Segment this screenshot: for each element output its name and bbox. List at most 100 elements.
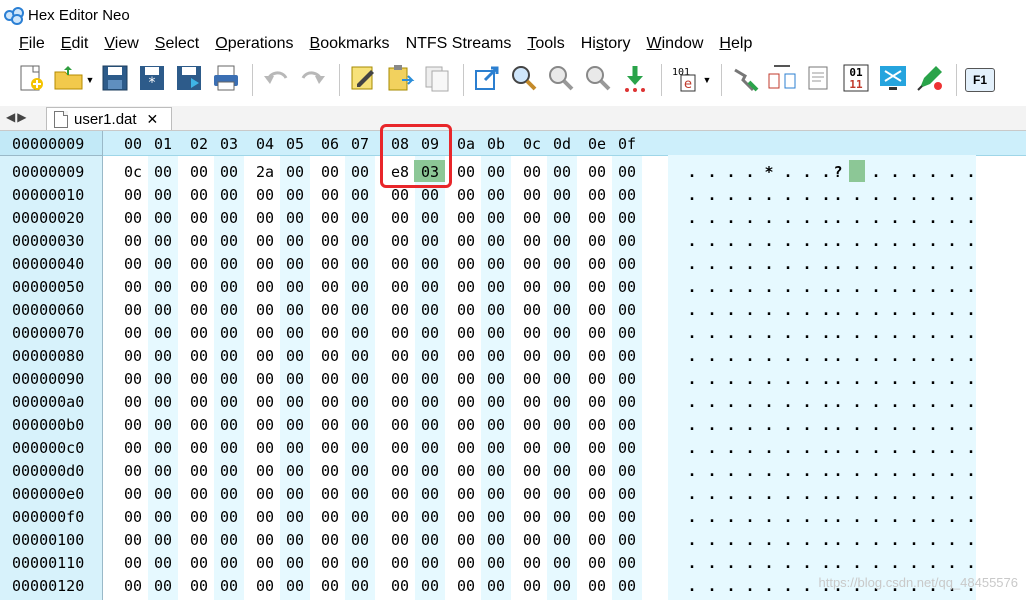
print-button[interactable]: [209, 63, 243, 97]
hex-byte[interactable]: 00: [280, 186, 310, 204]
ascii-char[interactable]: .: [798, 577, 816, 595]
ascii-char[interactable]: .: [683, 232, 701, 250]
hex-byte[interactable]: 00: [415, 347, 445, 365]
hex-byte[interactable]: 00: [118, 439, 148, 457]
column-header-0d[interactable]: 0d: [547, 135, 577, 153]
ascii-char[interactable]: .: [848, 186, 866, 204]
ascii-char[interactable]: .: [703, 577, 721, 595]
hex-byte[interactable]: 0c: [118, 163, 148, 181]
hex-byte[interactable]: 00: [547, 370, 577, 388]
ascii-char[interactable]: .: [798, 255, 816, 273]
hex-byte[interactable]: 00: [582, 439, 612, 457]
hex-byte[interactable]: 00: [184, 508, 214, 526]
hex-byte[interactable]: 00: [547, 577, 577, 595]
ascii-char[interactable]: .: [867, 301, 885, 319]
ascii-char[interactable]: .: [829, 347, 847, 365]
ascii-char[interactable]: .: [798, 416, 816, 434]
hex-byte[interactable]: 00: [250, 278, 280, 296]
menu-operations[interactable]: Operations: [207, 35, 301, 53]
hex-byte[interactable]: 00: [250, 186, 280, 204]
ascii-char[interactable]: .: [829, 255, 847, 273]
hex-byte[interactable]: 00: [345, 416, 375, 434]
hex-byte[interactable]: 00: [184, 370, 214, 388]
hex-byte[interactable]: 00: [214, 439, 244, 457]
ascii-char[interactable]: .: [943, 347, 961, 365]
ascii-char[interactable]: .: [924, 301, 942, 319]
ascii-char[interactable]: .: [683, 278, 701, 296]
hex-byte[interactable]: 00: [315, 209, 345, 227]
hex-byte[interactable]: 00: [148, 209, 178, 227]
ascii-char[interactable]: .: [722, 301, 740, 319]
ascii-char[interactable]: .: [943, 324, 961, 342]
hex-byte[interactable]: 00: [315, 301, 345, 319]
hex-byte[interactable]: 00: [118, 301, 148, 319]
hex-byte[interactable]: 00: [517, 186, 547, 204]
column-header-00[interactable]: 00: [118, 135, 148, 153]
ascii-char[interactable]: .: [867, 554, 885, 572]
ascii-char[interactable]: .: [703, 393, 721, 411]
hex-byte[interactable]: 00: [415, 508, 445, 526]
hex-byte[interactable]: 00: [214, 554, 244, 572]
hex-byte[interactable]: 00: [547, 163, 577, 181]
hex-byte[interactable]: 00: [148, 255, 178, 273]
hex-byte[interactable]: 00: [547, 531, 577, 549]
ascii-char[interactable]: .: [886, 462, 904, 480]
hex-byte[interactable]: 00: [451, 531, 481, 549]
hex-byte[interactable]: 00: [214, 416, 244, 434]
hex-byte[interactable]: 00: [481, 393, 511, 411]
hex-byte[interactable]: 00: [385, 416, 415, 434]
hex-byte[interactable]: 00: [547, 301, 577, 319]
hex-byte[interactable]: 00: [184, 255, 214, 273]
ascii-char[interactable]: .: [829, 209, 847, 227]
hex-byte[interactable]: 00: [345, 163, 375, 181]
ascii-char[interactable]: .: [943, 416, 961, 434]
hex-byte[interactable]: 00: [481, 370, 511, 388]
ascii-char[interactable]: .: [962, 416, 980, 434]
menu-view[interactable]: View: [96, 35, 146, 53]
hex-byte[interactable]: 00: [184, 163, 214, 181]
hex-byte[interactable]: 00: [451, 485, 481, 503]
ascii-char[interactable]: .: [848, 370, 866, 388]
hex-byte[interactable]: 00: [148, 508, 178, 526]
ascii-char[interactable]: .: [905, 209, 923, 227]
hex-byte[interactable]: 00: [415, 370, 445, 388]
ascii-char[interactable]: .: [848, 531, 866, 549]
hex-byte[interactable]: 00: [547, 209, 577, 227]
hex-byte[interactable]: 00: [612, 301, 642, 319]
ascii-char[interactable]: .: [886, 370, 904, 388]
hex-byte[interactable]: 00: [517, 232, 547, 250]
ascii-char[interactable]: .: [722, 163, 740, 181]
hex-byte[interactable]: 00: [148, 462, 178, 480]
hex-byte[interactable]: 00: [582, 508, 612, 526]
ascii-char[interactable]: .: [848, 485, 866, 503]
hex-byte[interactable]: 00: [184, 232, 214, 250]
ascii-char[interactable]: .: [848, 393, 866, 411]
hex-byte[interactable]: 00: [118, 393, 148, 411]
hex-byte[interactable]: 00: [582, 370, 612, 388]
ascii-char[interactable]: .: [760, 485, 778, 503]
hex-byte[interactable]: 00: [481, 347, 511, 365]
ascii-char[interactable]: .: [905, 393, 923, 411]
hex-byte[interactable]: 00: [214, 324, 244, 342]
hex-byte[interactable]: 00: [385, 485, 415, 503]
tab-user1-dat[interactable]: user1.dat ✕: [46, 107, 172, 130]
hex-byte[interactable]: 00: [214, 278, 244, 296]
hex-byte[interactable]: 00: [517, 485, 547, 503]
ascii-char[interactable]: .: [962, 209, 980, 227]
ascii-char[interactable]: .: [798, 531, 816, 549]
hex-byte[interactable]: 00: [250, 324, 280, 342]
hex-byte[interactable]: 00: [547, 393, 577, 411]
hex-byte[interactable]: 00: [315, 255, 345, 273]
hex-byte[interactable]: 00: [385, 347, 415, 365]
ascii-char[interactable]: .: [943, 485, 961, 503]
hex-byte[interactable]: 00: [315, 462, 345, 480]
chevron-down-icon[interactable]: ▼: [703, 75, 712, 85]
hex-byte[interactable]: 00: [250, 416, 280, 434]
menu-bookmarks[interactable]: Bookmarks: [302, 35, 398, 53]
ascii-char[interactable]: .: [760, 347, 778, 365]
ascii-char[interactable]: .: [829, 531, 847, 549]
hex-byte[interactable]: 00: [385, 554, 415, 572]
hex-byte[interactable]: 00: [451, 416, 481, 434]
hex-byte[interactable]: 00: [547, 186, 577, 204]
hex-byte[interactable]: 00: [118, 554, 148, 572]
